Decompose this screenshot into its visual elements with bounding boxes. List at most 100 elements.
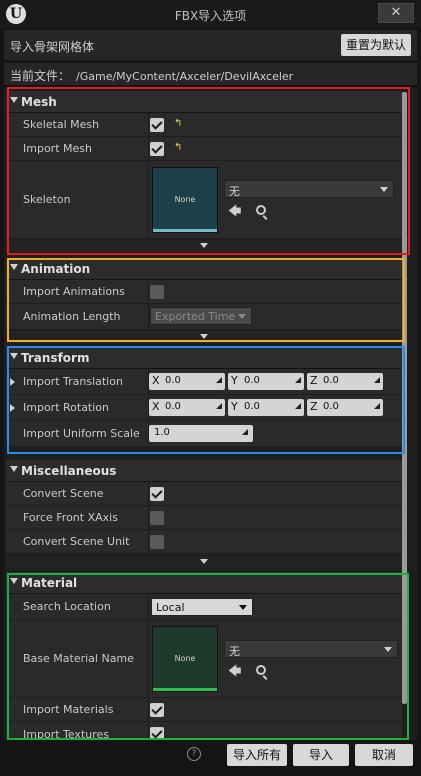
import-mesh-checkbox[interactable] [150, 142, 164, 156]
skeletal-mesh-checkbox[interactable] [150, 118, 164, 132]
row-import-mesh: Import Mesh ↰ [6, 137, 402, 161]
rotation-y-field[interactable]: Y 0.0 [228, 399, 304, 416]
browse-magnifier-icon[interactable] [256, 205, 266, 215]
collapse-arrow-icon [10, 353, 18, 359]
help-icon[interactable]: ? [187, 747, 201, 761]
section-transform-header[interactable]: Transform [6, 347, 402, 369]
convert-scene-unit-checkbox[interactable] [150, 535, 164, 549]
collapse-arrow-icon [10, 466, 18, 472]
collapse-arrow-icon [10, 97, 18, 103]
base-material-thumbnail[interactable]: None [152, 626, 218, 692]
search-location-dropdown[interactable]: Local [151, 598, 253, 616]
import-animations-checkbox[interactable] [150, 285, 164, 299]
section-animation-header[interactable]: Animation [6, 258, 402, 280]
rotation-z-field[interactable]: Z 0.0 [307, 399, 383, 416]
force-front-xaxis-checkbox[interactable] [150, 511, 164, 525]
import-materials-checkbox[interactable] [150, 703, 164, 717]
skeleton-value: 无 [229, 185, 240, 198]
skeletal-mesh-label: Skeletal Mesh [23, 118, 100, 131]
row-convert-scene-unit: Convert Scene Unit [6, 530, 402, 554]
convert-scene-label: Convert Scene [23, 487, 104, 500]
animation-advanced-expander[interactable] [6, 331, 402, 343]
cancel-button[interactable]: 取消 [355, 744, 413, 766]
animation-length-dropdown[interactable]: Exported Time [150, 307, 252, 325]
reset-arrow-icon[interactable]: ↰ [174, 118, 182, 129]
chevron-down-icon [384, 647, 392, 652]
row-import-rotation: Import Rotation X 0.0 Y 0.0 Z 0.0 [6, 395, 402, 421]
skeleton-label: Skeleton [23, 193, 71, 206]
base-material-thumbnail-text: None [174, 654, 196, 663]
close-button[interactable]: ✕ [378, 3, 414, 23]
section-transform-title: Transform [21, 351, 90, 365]
translation-x-field[interactable]: X 0.0 [149, 373, 225, 390]
convert-scene-unit-label: Convert Scene Unit [23, 535, 130, 548]
section-material-header[interactable]: Material [6, 572, 402, 594]
base-material-value: 无 [229, 645, 240, 658]
row-force-front-xaxis: Force Front XAxis [6, 506, 402, 530]
use-selected-arrow-icon[interactable]: 🡄 [228, 662, 241, 684]
row-convert-scene: Convert Scene [6, 482, 402, 506]
row-animation-length: Animation Length Exported Time [6, 304, 402, 330]
import-all-button[interactable]: 导入所有 [227, 744, 287, 766]
section-animation-title: Animation [21, 262, 91, 276]
convert-scene-checkbox[interactable] [150, 487, 164, 501]
base-material-name-label: Base Material Name [23, 652, 134, 665]
browse-magnifier-icon[interactable] [256, 665, 266, 675]
force-front-xaxis-label: Force Front XAxis [23, 511, 118, 524]
rotation-x-field[interactable]: X 0.0 [149, 399, 225, 416]
misc-advanced-expander[interactable] [6, 556, 402, 568]
uniform-scale-field[interactable]: 1.0 [149, 425, 253, 442]
search-location-label: Search Location [23, 600, 111, 613]
window-title: FBX导入选项 [174, 9, 247, 23]
current-file-path: /Game/MyContent/Axceler/DevilAxceler [76, 70, 294, 83]
import-textures-label: Import Textures [23, 728, 110, 740]
section-material-title: Material [21, 576, 78, 590]
import-button[interactable]: 导入 [293, 744, 349, 766]
animation-length-value: Exported Time [155, 310, 236, 323]
mesh-advanced-expander[interactable] [6, 240, 402, 252]
expand-row-arrow-icon[interactable] [10, 378, 15, 386]
chevron-down-icon [380, 187, 388, 192]
row-skeleton: Skeleton None 无 🡄 [6, 161, 402, 239]
reset-to-default-button[interactable]: 重置为默认 [341, 34, 411, 56]
import-translation-label: Import Translation [23, 375, 123, 388]
row-import-translation: Import Translation X 0.0 Y 0.0 Z 0.0 [6, 369, 402, 395]
translation-z-field[interactable]: Z 0.0 [307, 373, 383, 390]
row-search-location: Search Location Local [6, 594, 402, 620]
row-import-uniform-scale: Import Uniform Scale 1.0 [6, 421, 402, 447]
section-misc-header[interactable]: Miscellaneous [6, 460, 402, 482]
chevron-down-icon [238, 314, 246, 319]
collapse-arrow-icon [10, 578, 18, 584]
translation-y-field[interactable]: Y 0.0 [228, 373, 304, 390]
import-uniform-scale-label: Import Uniform Scale [23, 427, 140, 440]
chevron-down-icon [239, 605, 247, 610]
import-materials-label: Import Materials [23, 703, 114, 716]
import-type-label: 导入骨架网格体 [10, 40, 95, 54]
section-mesh-title: Mesh [21, 95, 57, 109]
collapse-arrow-icon [10, 264, 18, 270]
search-location-value: Local [156, 601, 185, 614]
skeleton-asset-picker[interactable]: 无 [224, 180, 394, 198]
expand-arrow-icon [200, 559, 208, 564]
reset-arrow-icon[interactable]: ↰ [174, 142, 182, 153]
import-mesh-label: Import Mesh [23, 142, 92, 155]
row-skeletal-mesh: Skeletal Mesh ↰ [6, 113, 402, 137]
expand-arrow-icon [200, 243, 208, 248]
section-misc-title: Miscellaneous [21, 464, 117, 478]
import-animations-label: Import Animations [23, 285, 125, 298]
row-import-animations: Import Animations [6, 280, 402, 304]
import-rotation-label: Import Rotation [23, 401, 110, 414]
skeleton-thumbnail[interactable]: None [152, 167, 218, 233]
import-textures-checkbox[interactable] [150, 727, 164, 739]
current-file: 当前文件： /Game/MyContent/Axceler/DevilAxcele… [10, 67, 293, 84]
expand-arrow-icon [200, 334, 208, 339]
scrollbar[interactable] [402, 92, 407, 704]
row-import-materials: Import Materials [6, 698, 402, 722]
current-file-label: 当前文件： [10, 69, 71, 83]
base-material-asset-picker[interactable]: 无 [224, 640, 398, 658]
expand-row-arrow-icon[interactable] [10, 404, 15, 412]
section-mesh-header[interactable]: Mesh [6, 91, 402, 113]
row-base-material-name: Base Material Name None 无 🡄 [6, 620, 402, 698]
row-import-textures: Import Textures [6, 722, 402, 740]
use-selected-arrow-icon[interactable]: 🡄 [228, 202, 241, 224]
